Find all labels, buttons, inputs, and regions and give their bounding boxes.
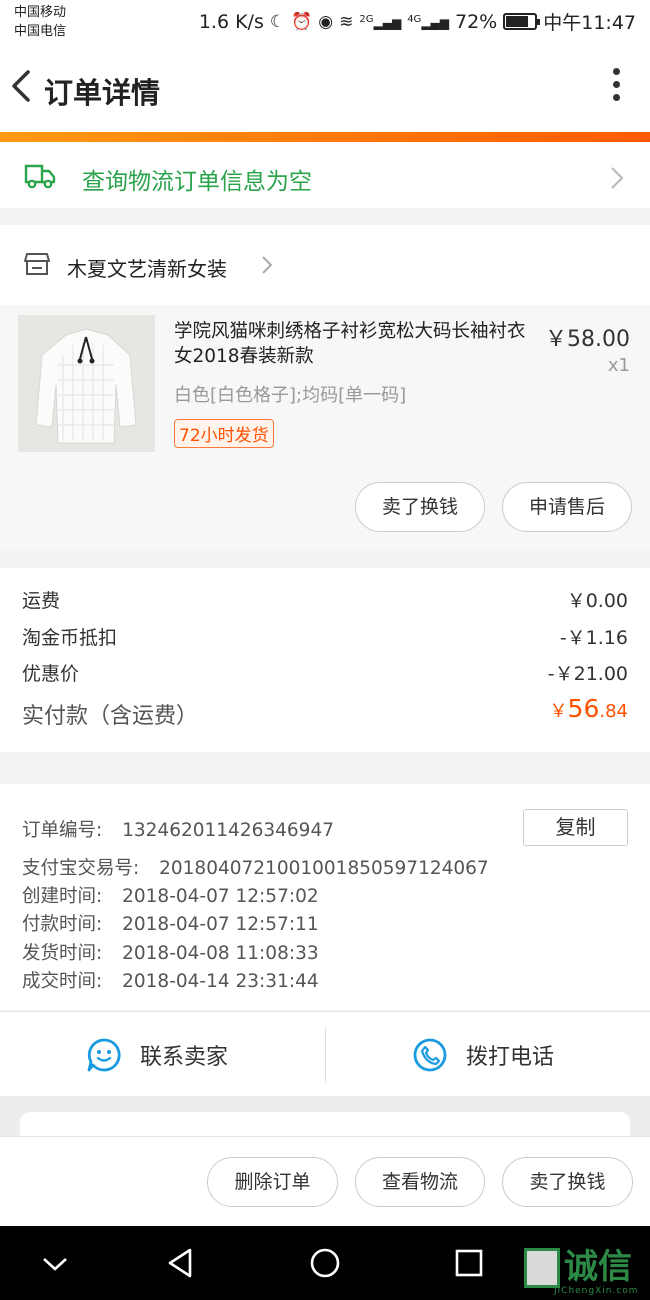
network-speed: 1.6 K/s (198, 10, 264, 33)
resell-button[interactable]: 卖了换钱 (355, 482, 485, 532)
paid-time-row: 付款时间: 2018-04-07 12:57:11 (22, 910, 319, 936)
store-icon (24, 253, 50, 275)
carrier-2: 中国电信 (14, 24, 67, 39)
order-item-card: 木夏文艺清新女装 学院风猫咪刺绣格子衬衫宽松大码长袖衬衣女2018春装新款 ￥5… (0, 225, 650, 551)
order-number-label: 订单编号: (22, 820, 103, 841)
paid-time: 2018-04-07 12:57:11 (122, 914, 319, 935)
watermark: 诚信 JiChengXin.com (524, 1246, 644, 1298)
signal-icon: 4G▂▄▆ (407, 13, 449, 30)
moon-icon: ☾ (269, 11, 286, 32)
shipping-value: ￥0.00 (566, 590, 628, 612)
chat-bubble-icon (87, 1038, 121, 1071)
call-label: 拨打电话 (466, 1044, 555, 1070)
coin-label: 淘金币抵扣 (22, 627, 118, 649)
chevron-right-icon (262, 256, 272, 274)
alipay-label: 支付宝交易号: (22, 858, 140, 879)
discount-row: 优惠价 -￥21.00 (22, 659, 628, 686)
truck-icon (24, 164, 56, 189)
bottom-action-bar: 删除订单 查看物流 卖了换钱 (0, 1136, 650, 1226)
watermark-text: 诚信 (564, 1247, 632, 1287)
paid-label: 实付款（含运费） (22, 704, 199, 729)
nav-recents-icon[interactable] (450, 1244, 488, 1282)
shop-name: 木夏文艺清新女装 (67, 257, 227, 281)
contact-seller-label: 联系卖家 (140, 1044, 229, 1070)
logistics-row[interactable]: 查询物流订单信息为空 (0, 142, 650, 208)
after-sales-button[interactable]: 申请售后 (502, 482, 632, 532)
more-options-icon[interactable] (610, 68, 622, 108)
shipping-row: 运费 ￥0.00 (22, 586, 628, 613)
carrier-1: 中国移动 (14, 5, 67, 20)
product-title[interactable]: 学院风猫咪刺绣格子衬衫宽松大码长袖衬衣女2018春装新款 (174, 319, 529, 369)
shipping-badge: 72小时发货 (174, 419, 274, 448)
alipay-row: 支付宝交易号: 2018040721001001850597124067 (22, 854, 489, 880)
contact-seller-button[interactable]: 联系卖家 (86, 1012, 228, 1097)
paid-time-label: 付款时间: (22, 914, 103, 935)
battery-percent: 72% (455, 10, 498, 33)
network-type-2: 4G (407, 13, 422, 25)
fee-summary: 运费 ￥0.00 淘金币抵扣 -￥1.16 优惠价 -￥21.00 实付款（含运… (0, 568, 650, 752)
carrier-info: 中国移动 中国电信 (14, 3, 66, 41)
chevron-down-icon[interactable] (36, 1244, 74, 1282)
copy-button[interactable]: 复制 (523, 809, 628, 846)
eye-icon: ◉ (318, 11, 334, 32)
logistics-status: 查询物流订单信息为空 (82, 169, 312, 195)
product-quantity: x1 (607, 355, 630, 376)
product-image[interactable] (18, 315, 155, 452)
shipping-label: 运费 (22, 590, 61, 612)
alarm-icon: ⏰ (291, 11, 313, 32)
contact-row: 联系卖家 拨打电话 (0, 1011, 650, 1096)
discount-label: 优惠价 (22, 663, 80, 685)
shipped-time: 2018-04-08 11:08:33 (122, 943, 319, 964)
created-row: 创建时间: 2018-04-07 12:57:02 (22, 882, 319, 908)
network-type-1: 2G (359, 13, 374, 25)
shop-header[interactable]: 木夏文艺清新女装 (0, 225, 650, 305)
created-label: 创建时间: (22, 886, 103, 907)
signal-icon: 2G▂▄▆ (359, 13, 402, 30)
phone-icon (413, 1038, 447, 1071)
paid-integer: 56 (567, 694, 600, 723)
nav-home-icon[interactable] (306, 1244, 344, 1282)
battery-icon (503, 13, 541, 30)
done-time: 2018-04-14 23:31:44 (122, 971, 319, 992)
status-bar: 中国移动 中国电信 1.6 K/s ☾ ⏰ ◉ ≋ 2G▂▄▆ 4G▂▄▆ 72… (0, 0, 650, 44)
coin-value: -￥1.16 (559, 627, 628, 649)
shirt-illustration (18, 315, 155, 452)
divider (325, 1027, 326, 1082)
order-number: 132462011426346947 (122, 820, 334, 841)
paid-amount: ￥56.84 (550, 694, 628, 723)
discount-value: -￥21.00 (547, 663, 628, 685)
status-indicators: 1.6 K/s ☾ ⏰ ◉ ≋ 2G▂▄▆ 4G▂▄▆ 72% 中午11:47 (199, 8, 636, 35)
back-arrow-icon[interactable] (8, 66, 38, 106)
view-logistics-button[interactable]: 查看物流 (355, 1157, 485, 1207)
delete-order-button[interactable]: 删除订单 (207, 1157, 338, 1207)
title-bar: 订单详情 (0, 44, 650, 132)
shipped-row: 发货时间: 2018-04-08 11:08:33 (22, 939, 319, 965)
paid-row: 实付款（含运费） ￥56.84 (22, 694, 628, 730)
chevron-right-icon (611, 167, 624, 189)
paid-decimal: .84 (599, 701, 628, 722)
clock: 中午11:47 (543, 12, 636, 34)
nav-back-icon[interactable] (162, 1244, 200, 1282)
watermark-logo (524, 1248, 560, 1288)
created-time: 2018-04-07 12:57:02 (122, 886, 319, 907)
done-row: 成交时间: 2018-04-14 23:31:44 (22, 967, 319, 993)
order-number-row: 订单编号: 132462011426346947 (22, 816, 334, 842)
coin-row: 淘金币抵扣 -￥1.16 (22, 623, 628, 650)
call-button[interactable]: 拨打电话 (412, 1012, 554, 1097)
alipay-number: 2018040721001001850597124067 (159, 858, 489, 879)
paid-currency: ￥ (549, 701, 568, 722)
resell-bottom-button[interactable]: 卖了换钱 (502, 1157, 633, 1207)
watermark-subtext: JiChengXin.com (554, 1286, 639, 1296)
wifi-icon: ≋ (339, 11, 354, 32)
product-price: ￥58.00 (545, 327, 630, 352)
order-info: 订单编号: 132462011426346947 复制 支付宝交易号: 2018… (0, 784, 650, 1010)
shipped-label: 发货时间: (22, 943, 103, 964)
page-title: 订单详情 (44, 76, 161, 110)
done-label: 成交时间: (22, 971, 103, 992)
product-spec: 白色[白色格子];均码[单一码] (174, 385, 407, 406)
header-accent-strip (0, 132, 650, 142)
